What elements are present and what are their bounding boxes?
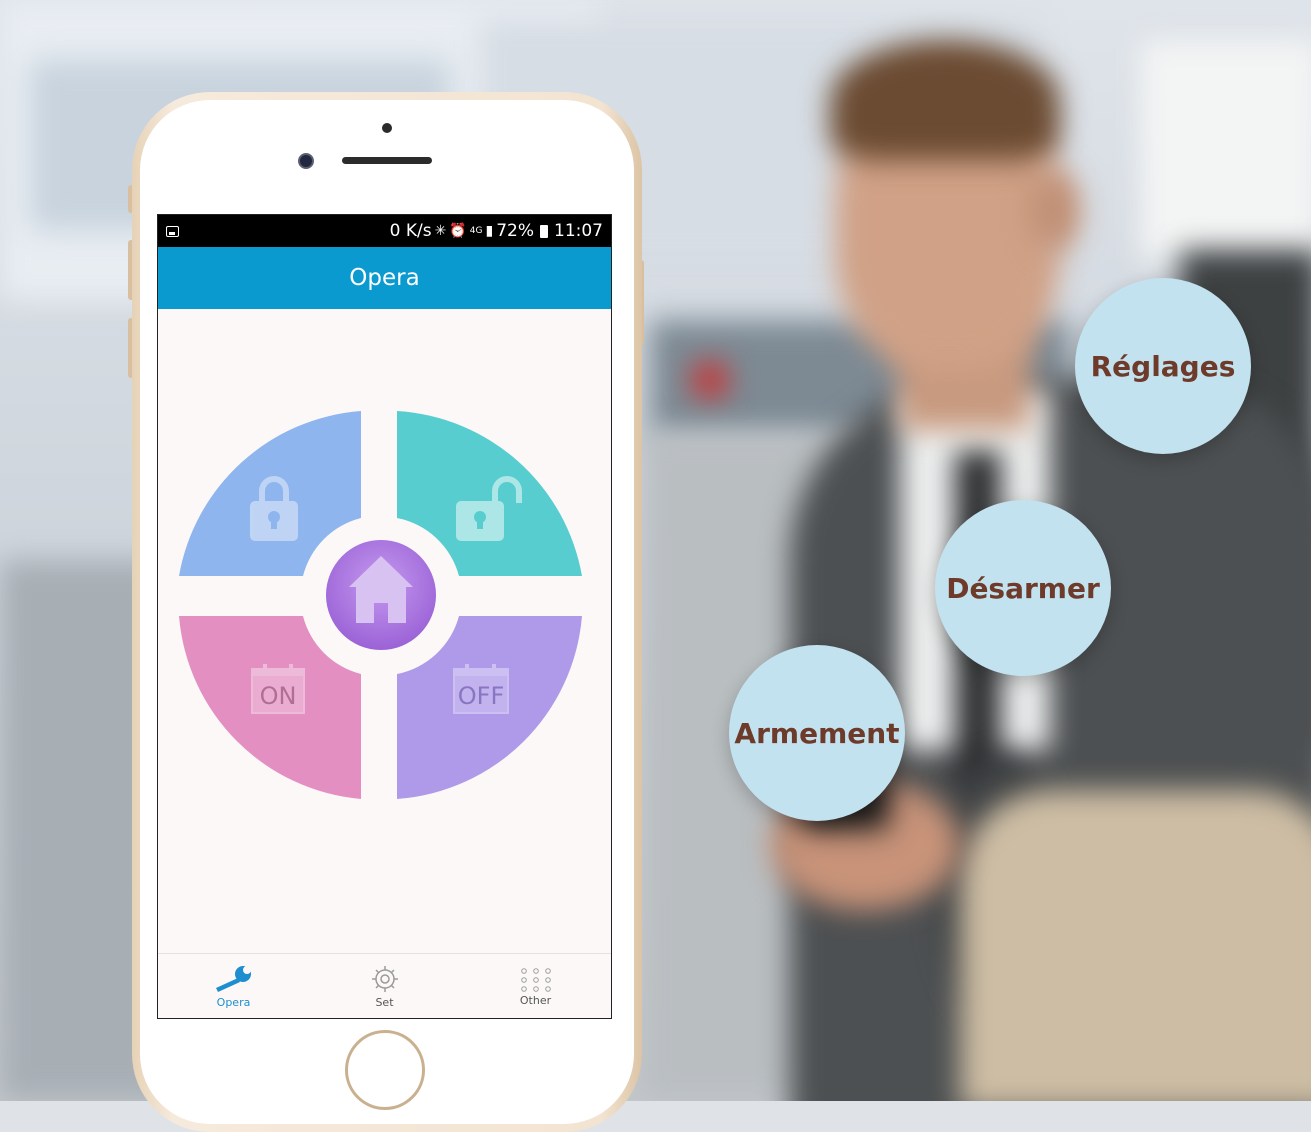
disarm-button[interactable]	[397, 411, 582, 576]
app-screen: 0 K/s ✳ ⏰ 4G ▮ 72% 11:07 Opera ON OFF Op…	[157, 214, 612, 1019]
earpiece-speaker	[342, 157, 432, 164]
proximity-sensor	[382, 123, 392, 133]
front-camera-icon	[298, 153, 314, 169]
nav-tab-set[interactable]: Set	[325, 964, 445, 1009]
page-title: Opera	[349, 265, 420, 291]
network-speed: 0 K/s	[389, 221, 432, 241]
dots-grid-icon	[516, 966, 556, 992]
arm-button[interactable]	[179, 411, 361, 576]
feature-bubble-desarmer: Désarmer	[935, 500, 1111, 676]
alarm-clock-icon: ⏰	[449, 223, 467, 239]
disarm-quadrant	[397, 411, 582, 576]
app-title-bar: Opera	[158, 247, 611, 309]
battery-icon	[540, 224, 548, 238]
clock-time: 11:07	[554, 221, 603, 241]
off-button[interactable]: OFF	[397, 616, 582, 799]
status-bar: 0 K/s ✳ ⏰ 4G ▮ 72% 11:07	[158, 215, 611, 247]
nav-label-other: Other	[519, 993, 552, 1007]
gallery-notification-icon	[166, 225, 179, 237]
feature-label-reglages: Réglages	[1090, 349, 1236, 383]
bluetooth-icon: ✳	[434, 223, 447, 239]
nav-label-set: Set	[375, 995, 394, 1009]
network-type-icon: 4G	[469, 225, 483, 236]
control-wheel: ON OFF	[179, 411, 582, 799]
status-indicators: 0 K/s ✳ ⏰ 4G ▮ 72% 11:07	[390, 221, 603, 241]
nav-label-opera: Opera	[216, 995, 251, 1009]
nav-tab-other[interactable]: Other	[476, 966, 596, 1007]
wrench-icon	[212, 964, 256, 994]
feature-bubble-armement: Armement	[729, 645, 905, 821]
bottom-nav: Opera Set Other	[158, 953, 611, 1018]
on-label: ON	[260, 682, 297, 710]
nav-tab-opera[interactable]: Opera	[174, 964, 294, 1009]
off-label: OFF	[458, 682, 505, 710]
home-mode-button[interactable]	[326, 540, 436, 650]
on-button[interactable]: ON	[179, 616, 361, 799]
feature-bubble-reglages: Réglages	[1075, 278, 1251, 454]
signal-strength-icon: ▮	[485, 223, 494, 239]
feature-label-armement: Armement	[734, 716, 900, 750]
arm-quadrant	[179, 411, 361, 576]
gear-icon	[368, 964, 402, 994]
battery-percent: 72%	[496, 221, 534, 241]
feature-label-desarmer: Désarmer	[946, 571, 1100, 605]
home-button	[345, 1030, 425, 1110]
